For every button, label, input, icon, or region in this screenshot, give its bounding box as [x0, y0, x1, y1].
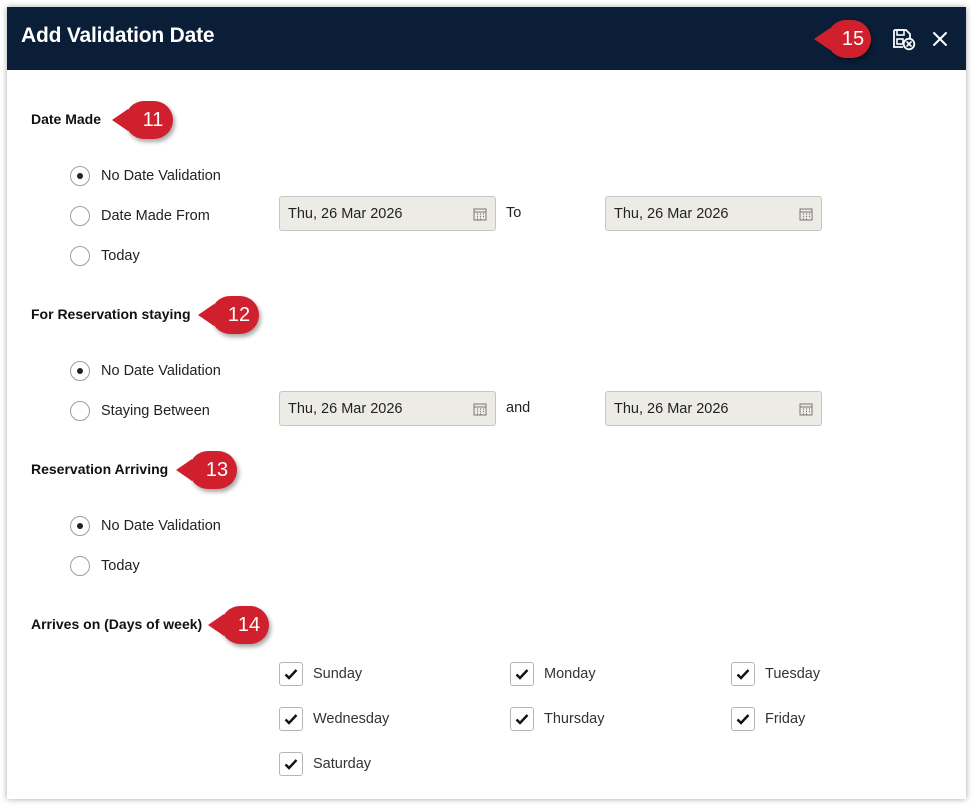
checkmark-icon [284, 714, 298, 725]
callout-13: 13 [176, 451, 237, 489]
radio-label: Date Made From [101, 208, 210, 224]
save-cancel-button[interactable] [891, 27, 917, 51]
callout-number: 11 [142, 108, 164, 131]
staying-no-validation-radio[interactable]: No Date Validation [70, 360, 221, 382]
date-range-separator: To [506, 205, 522, 221]
radio-label: Today [101, 558, 140, 574]
radio-indicator [70, 401, 90, 421]
checkbox-label: Tuesday [765, 666, 821, 682]
arriving-no-validation-radio[interactable]: No Date Validation [70, 515, 221, 537]
checkbox-label: Monday [544, 666, 596, 682]
checkmark-icon [736, 714, 750, 725]
staying-between-radio[interactable]: Staying Between [70, 400, 210, 422]
calendar-icon[interactable] [799, 207, 813, 221]
callout-14: 14 [208, 606, 269, 644]
staying-range-separator: and [506, 400, 531, 416]
date-value: Thu, 26 Mar 2026 [614, 400, 729, 417]
date-value: Thu, 26 Mar 2026 [614, 205, 729, 222]
radio-indicator-selected [70, 361, 90, 381]
date-made-from-field[interactable]: Thu, 26 Mar 2026 [279, 196, 496, 231]
save-cancel-icon [893, 29, 916, 51]
callout-number: 14 [237, 613, 261, 636]
radio-label: Today [101, 248, 140, 264]
checkbox-label: Friday [765, 711, 806, 727]
checkbox-label: Thursday [544, 711, 605, 727]
close-button[interactable] [929, 28, 951, 50]
callout-number: 15 [841, 27, 865, 50]
checkbox-label: Saturday [313, 756, 372, 772]
checkbox-checked [279, 662, 303, 686]
callout-number: 12 [227, 303, 251, 326]
checkmark-icon [736, 669, 750, 680]
radio-indicator [70, 206, 90, 226]
close-icon [933, 32, 947, 46]
date-made-heading: Date Made [31, 111, 102, 127]
radio-label: Staying Between [101, 403, 210, 419]
calendar-icon[interactable] [473, 402, 487, 416]
callout-12: 12 [198, 296, 259, 334]
radio-indicator [70, 246, 90, 266]
date-made-today-radio[interactable]: Today [70, 245, 140, 267]
checkmark-icon [284, 759, 298, 770]
checkbox-checked [510, 662, 534, 686]
radio-label: No Date Validation [101, 518, 221, 534]
checkmark-icon [515, 669, 529, 680]
radio-label: No Date Validation [101, 363, 221, 379]
day-checkbox-tuesday[interactable]: Tuesday [731, 661, 820, 687]
date-made-no-validation-radio[interactable]: No Date Validation [70, 165, 221, 187]
checkbox-checked [731, 707, 755, 731]
staying-to-field[interactable]: Thu, 26 Mar 2026 [605, 391, 822, 426]
checkbox-checked [510, 707, 534, 731]
arrives-on-heading: Arrives on (Days of week) [31, 616, 203, 632]
callout-15: 15 [814, 20, 871, 58]
checkmark-icon [515, 714, 529, 725]
staying-from-field[interactable]: Thu, 26 Mar 2026 [279, 391, 496, 426]
day-checkbox-saturday[interactable]: Saturday [279, 751, 371, 777]
dialog-title: Add Validation Date [21, 24, 215, 47]
day-checkbox-thursday[interactable]: Thursday [510, 706, 604, 732]
add-validation-date-dialog: Add Validation Date 15 Date Made 11 No D… [7, 7, 966, 799]
reservation-staying-heading: For Reservation staying [31, 306, 191, 322]
checkbox-checked [731, 662, 755, 686]
day-checkbox-friday[interactable]: Friday [731, 706, 805, 732]
radio-label: No Date Validation [101, 168, 221, 184]
date-value: Thu, 26 Mar 2026 [288, 400, 403, 417]
callout-number: 13 [205, 458, 229, 481]
day-checkbox-sunday[interactable]: Sunday [279, 661, 362, 687]
radio-indicator [70, 556, 90, 576]
checkmark-icon [284, 669, 298, 680]
callout-11: 11 [112, 101, 173, 139]
checkbox-checked [279, 707, 303, 731]
calendar-icon[interactable] [473, 207, 487, 221]
checkbox-label: Wednesday [313, 711, 390, 727]
day-checkbox-wednesday[interactable]: Wednesday [279, 706, 389, 732]
date-made-to-field[interactable]: Thu, 26 Mar 2026 [605, 196, 822, 231]
radio-indicator-selected [70, 516, 90, 536]
date-value: Thu, 26 Mar 2026 [288, 205, 403, 222]
checkbox-label: Sunday [313, 666, 363, 682]
radio-indicator-selected [70, 166, 90, 186]
calendar-icon[interactable] [799, 402, 813, 416]
date-made-from-radio[interactable]: Date Made From [70, 205, 210, 227]
arriving-today-radio[interactable]: Today [70, 555, 140, 577]
checkbox-checked [279, 752, 303, 776]
reservation-arriving-heading: Reservation Arriving [31, 461, 169, 477]
day-checkbox-monday[interactable]: Monday [510, 661, 596, 687]
